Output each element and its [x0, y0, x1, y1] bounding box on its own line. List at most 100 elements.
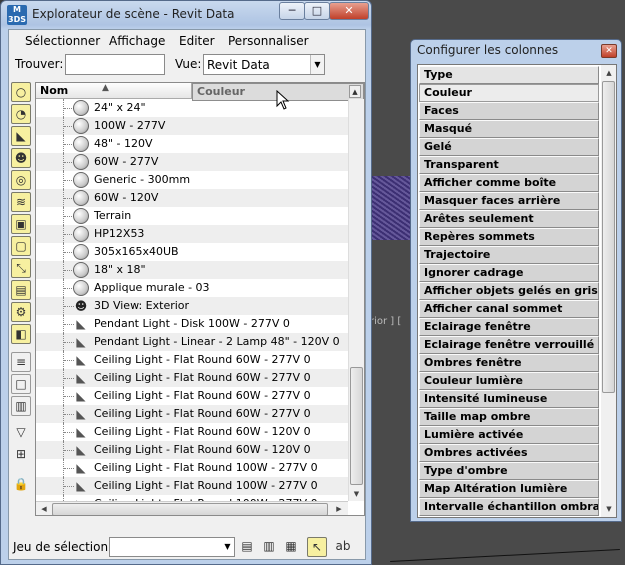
- funnel-filter-icon[interactable]: ▽: [11, 422, 31, 442]
- column-option[interactable]: Type d'ombre: [419, 462, 599, 480]
- light-filter-icon[interactable]: ◣: [11, 126, 31, 146]
- tree-row[interactable]: Generic - 300mm: [36, 171, 348, 189]
- tree-row[interactable]: ◣ Ceiling Light - Flat Round 60W - 120V 0: [36, 441, 348, 459]
- xref-filter-icon[interactable]: ▢: [11, 236, 31, 256]
- column-option[interactable]: Lumière activée: [419, 426, 599, 444]
- dropdown-arrow-icon[interactable]: ▼: [310, 55, 324, 74]
- vertical-scrollbar[interactable]: ▼: [348, 99, 364, 501]
- scroll-thumb[interactable]: [350, 367, 363, 485]
- remove-selection-icon[interactable]: ▥: [259, 537, 279, 557]
- menu-edit[interactable]: Editer: [179, 34, 215, 48]
- scroll-up-icon[interactable]: ▲: [349, 85, 361, 98]
- tree-row-label: 60W - 120V: [94, 191, 159, 204]
- column-option[interactable]: Couleur: [419, 84, 599, 102]
- tree-row[interactable]: Terrain: [36, 207, 348, 225]
- geometry-filter-icon[interactable]: ○: [11, 82, 31, 102]
- column-option[interactable]: Masquer faces arrière: [419, 192, 599, 210]
- add-selection-icon[interactable]: ▤: [237, 537, 257, 557]
- column-list-scrollbar[interactable]: ▲ ▼: [601, 65, 616, 517]
- tree-row[interactable]: ◣ Ceiling Light - Flat Round 60W - 277V 0: [36, 351, 348, 369]
- title-bar[interactable]: M 3DS Explorateur de scène - Revit Data ─…: [1, 1, 371, 29]
- tree-row[interactable]: HP12X53: [36, 225, 348, 243]
- column-scroll-thumb[interactable]: [602, 81, 615, 393]
- column-option[interactable]: Eclairage fenêtre: [419, 318, 599, 336]
- tree-row[interactable]: ◣ Pendant Light - Disk 100W - 277V 0: [36, 315, 348, 333]
- helper-filter-icon[interactable]: ◎: [11, 170, 31, 190]
- tree-row[interactable]: ◣ Ceiling Light - Flat Round 100W - 277V …: [36, 459, 348, 477]
- box-display-icon[interactable]: □: [11, 374, 31, 394]
- scroll-right-icon[interactable]: ▶: [332, 503, 346, 515]
- scroll-down-icon[interactable]: ▼: [350, 487, 363, 501]
- column-option[interactable]: Masqué: [419, 120, 599, 138]
- column-option[interactable]: Repères sommets: [419, 228, 599, 246]
- column-option[interactable]: Ignorer cadrage: [419, 264, 599, 282]
- column-option[interactable]: Faces: [419, 102, 599, 120]
- dropdown-arrow-icon[interactable]: ▼: [221, 538, 234, 556]
- tree-row[interactable]: ◣ Ceiling Light - Flat Round 60W - 277V 0: [36, 387, 348, 405]
- tree-row[interactable]: 305x165x40UB: [36, 243, 348, 261]
- tree-row-label: Applique murale - 03: [94, 281, 210, 294]
- column-option[interactable]: Afficher comme boîte: [419, 174, 599, 192]
- select-tool-icon[interactable]: ↖: [307, 537, 327, 557]
- particle-filter-icon[interactable]: ▤: [11, 280, 31, 300]
- column-option[interactable]: Eclairage fenêtre verrouillé: [419, 336, 599, 354]
- gear-icon[interactable]: ⚙: [11, 302, 31, 322]
- column-option[interactable]: Couleur lumière: [419, 372, 599, 390]
- hscroll-thumb[interactable]: [52, 503, 328, 515]
- menu-select[interactable]: Sélectionner: [25, 34, 100, 48]
- menu-customize[interactable]: Personnaliser: [228, 34, 309, 48]
- column-option[interactable]: Arêtes seulement: [419, 210, 599, 228]
- minimize-button[interactable]: ─: [279, 2, 305, 20]
- find-input[interactable]: [65, 54, 165, 75]
- selection-set-dropdown[interactable]: ▼: [109, 537, 235, 557]
- document-icon[interactable]: ▥: [11, 396, 31, 416]
- column-option[interactable]: Afficher canal sommet: [419, 300, 599, 318]
- tree-row[interactable]: 24" x 24": [36, 99, 348, 117]
- tree-row[interactable]: Applique murale - 03: [36, 279, 348, 297]
- camera-filter-icon[interactable]: ☻: [11, 148, 31, 168]
- column-option[interactable]: Gelé: [419, 138, 599, 156]
- tree-row[interactable]: 48" - 120V: [36, 135, 348, 153]
- column-option[interactable]: Trajectoire: [419, 246, 599, 264]
- tree-row[interactable]: 60W - 277V: [36, 153, 348, 171]
- maximize-button[interactable]: □: [304, 2, 330, 20]
- column-option[interactable]: Taille map ombre: [419, 408, 599, 426]
- tree-row[interactable]: ◣ Pendant Light - Linear - 2 Lamp 48" - 1…: [36, 333, 348, 351]
- tree-row[interactable]: 60W - 120V: [36, 189, 348, 207]
- scroll-down-icon[interactable]: ▼: [602, 502, 616, 516]
- view-dropdown[interactable]: Revit Data ▼: [203, 54, 325, 75]
- column-option[interactable]: Transparent: [419, 156, 599, 174]
- tree-row[interactable]: 100W - 277V: [36, 117, 348, 135]
- rename-icon[interactable]: ab: [333, 537, 353, 557]
- tree-row[interactable]: ◣ Ceiling Light - Flat Round 60W - 277V 0: [36, 369, 348, 387]
- column-option[interactable]: Afficher objets gelés en gris: [419, 282, 599, 300]
- close-button[interactable]: ✕: [329, 2, 369, 20]
- column-option[interactable]: Intervalle échantillon ombra...: [419, 498, 599, 516]
- scroll-up-icon[interactable]: ▲: [602, 66, 616, 80]
- group-filter-icon[interactable]: ▣: [11, 214, 31, 234]
- column-option[interactable]: Intensité lumineuse: [419, 390, 599, 408]
- tree-row[interactable]: ☻ 3D View: Exterior: [36, 297, 348, 315]
- lock-icon[interactable]: 🔒: [11, 474, 31, 494]
- hierarchy-icon[interactable]: ⊞: [11, 444, 31, 464]
- menu-display[interactable]: Affichage: [109, 34, 165, 48]
- tree-row[interactable]: ◣ Ceiling Light - Flat Round 60W - 120V 0: [36, 423, 348, 441]
- spacewarp-filter-icon[interactable]: ≋: [11, 192, 31, 212]
- column-option[interactable]: Map Altération lumière: [419, 480, 599, 498]
- select-set-icon[interactable]: ▦: [281, 537, 301, 557]
- tree-row[interactable]: ◣ Ceiling Light - Flat Round 60W - 277V 0: [36, 405, 348, 423]
- column-option[interactable]: Ombres activées: [419, 444, 599, 462]
- horizontal-scrollbar[interactable]: ◀ ▶: [36, 501, 348, 515]
- tree-row[interactable]: 18" x 18": [36, 261, 348, 279]
- bone-filter-icon[interactable]: ⤡: [11, 258, 31, 278]
- scroll-left-icon[interactable]: ◀: [37, 503, 51, 515]
- shapes-filter-icon[interactable]: ◔: [11, 104, 31, 124]
- column-option[interactable]: Type: [419, 66, 599, 84]
- container-filter-icon[interactable]: ◧: [11, 324, 31, 344]
- tree-row[interactable]: ◣ Ceiling Light - Flat Round 100W - 277V …: [36, 477, 348, 495]
- close-icon[interactable]: ✕: [601, 44, 617, 58]
- column-header-name[interactable]: Nom ▲: [36, 83, 192, 99]
- list-display-icon[interactable]: ≡: [11, 352, 31, 372]
- max-app-icon[interactable]: M 3DS: [7, 5, 27, 25]
- column-option[interactable]: Ombres fenêtre: [419, 354, 599, 372]
